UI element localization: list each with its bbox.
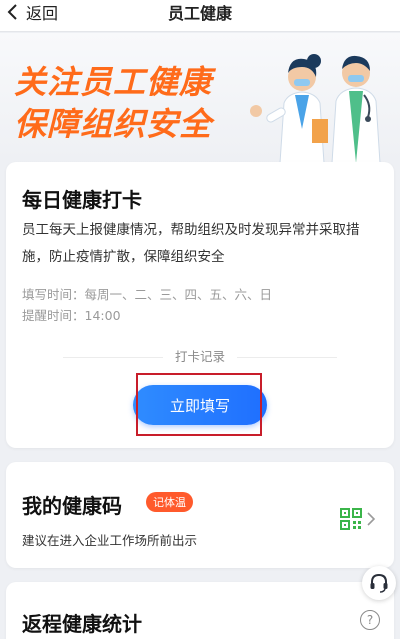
health-code-card[interactable]: 我的健康码 记体温 建议在进入企业工作场所前出示 [6, 462, 394, 568]
daily-checkin-card: 每日健康打卡 员工每天上报健康情况，帮助组织及时发现异常并采取措施，防止疫情扩散… [6, 162, 394, 448]
top-nav-bar: 返回 员工健康 [0, 0, 400, 32]
health-code-title: 我的健康码 [22, 494, 122, 518]
checkin-record-row: 打卡记录 [6, 346, 394, 365]
record-temperature-badge[interactable]: 记体温 [146, 492, 193, 512]
doctors-illustration [250, 54, 381, 163]
return-health-stats-card[interactable]: 返程健康统计 ? [6, 582, 394, 639]
banner: 关注员工健康 保障组织安全 [0, 33, 400, 163]
checkin-description: 员工每天上报健康情况，帮助组织及时发现异常并采取措施，防止疫情扩散，保障组织安全 [22, 222, 360, 265]
divider [236, 357, 337, 358]
help-icon[interactable]: ? [360, 610, 380, 630]
page-title: 员工健康 [167, 4, 232, 23]
headset-icon [370, 573, 388, 593]
banner-line-1: 关注员工健康 [14, 63, 213, 101]
checkin-record-link[interactable]: 打卡记录 [175, 349, 225, 364]
checkin-title: 每日健康打卡 [22, 188, 142, 212]
qr-code-icon [340, 508, 362, 530]
customer-service-button[interactable] [362, 566, 396, 600]
fill-now-button[interactable]: 立即填写 [133, 385, 267, 425]
chevron-right-icon [367, 512, 376, 526]
return-stats-title: 返程健康统计 [22, 612, 142, 636]
divider [63, 357, 163, 358]
remind-time-text: 提醒时间：14:00 [22, 308, 121, 323]
health-code-subtitle: 建议在进入企业工作场所前出示 [22, 533, 198, 548]
banner-slogan: 关注员工健康 保障组织安全 [14, 61, 212, 145]
fill-time-text: 填写时间：每周一、二、三、四、五、六、日 [22, 287, 273, 302]
banner-line-2: 保障组织安全 [14, 105, 213, 143]
